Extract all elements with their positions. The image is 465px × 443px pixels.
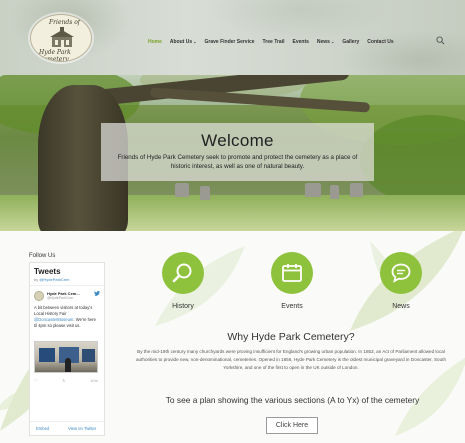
magnifier-icon [172,263,192,283]
nav-item-contact-us[interactable]: Contact Us [367,39,393,45]
photo-panel [39,348,55,362]
nav-item-grave-finder[interactable]: Grave Finder Service [205,39,255,45]
follow-us-heading: Follow Us [29,253,56,259]
tweet-mention[interactable]: @DoncasterMuseum [34,317,73,322]
feature-label: Events [281,303,303,310]
site-logo[interactable]: Friends of Hyde Park Cemetery [30,14,92,62]
tweet-text: A bit between visitors at today's Local … [34,305,93,316]
nav-item-gallery[interactable]: Gallery [342,39,359,45]
chat-bubble-icon [391,263,411,283]
tweets-by-handle[interactable]: @HydeParkCem [39,277,69,282]
nav-item-about-us[interactable]: About Us⌄ [170,39,197,45]
feature-label: History [172,303,194,310]
feature-history[interactable]: History [160,252,206,310]
feature-circle [271,252,313,294]
why-paragraph: By the mid-19th century many churchyards… [136,349,446,370]
gravestone [200,186,210,200]
tweet-timestamp[interactable]: 10m [90,378,98,383]
main-content: Follow Us Tweets by @HydeParkCem Hyde Pa… [0,231,465,443]
welcome-box: Welcome Friends of Hyde Park Cemetery se… [101,123,374,181]
gravestone [175,183,189,197]
feature-events[interactable]: Events [269,252,315,310]
why-heading: Why Hyde Park Cemetery? [227,331,355,343]
feature-label: News [392,303,410,310]
chevron-down-icon: ⌄ [193,39,197,44]
tweet-photo[interactable] [34,341,98,373]
plan-heading: To see a plan showing the various sectio… [165,395,420,405]
tweets-by: by @HydeParkCem [34,277,69,282]
tweet-body: A bit between visitors at today's Local … [34,305,96,329]
retweet-icon[interactable]: ↻ [62,378,65,383]
nav-item-home[interactable]: Home [148,39,162,45]
feature-circle [162,252,204,294]
tweet-actions: ♡ ↻ 10m [34,378,98,383]
twitter-bird-icon[interactable] [94,291,100,296]
photo-person [65,358,71,372]
photo-panel [82,349,95,362]
gravestone [330,185,339,199]
nav-item-label: About Us [169,39,193,45]
nav-item-tree-trail[interactable]: Tree Trail [263,39,285,45]
feature-circle [380,252,422,294]
feature-news[interactable]: News [378,252,424,310]
twitter-widget: Tweets by @HydeParkCem Hyde Park Cem... … [29,262,105,436]
tweet-author-handle[interactable]: @HydeParkCem [47,296,73,300]
avatar[interactable] [34,291,44,301]
click-here-button[interactable]: Click Here [266,417,318,434]
search-icon[interactable] [436,36,445,45]
cemetery-chapel-logo-icon [50,27,74,47]
nav-item-news[interactable]: News⌄ [317,39,334,45]
view-on-twitter-link[interactable]: View on Twitter [68,426,96,431]
divider [30,285,104,286]
site-header: Friends of Hyde Park Cemetery Home About… [0,0,465,75]
welcome-text: Friends of Hyde Park Cemetery seek to pr… [117,154,358,170]
welcome-title: Welcome [201,131,274,150]
gravestone [305,183,321,197]
nav-item-events[interactable]: Events [293,39,309,45]
main-nav: Home About Us⌄ Grave Finder Service Tree… [148,39,402,45]
calendar-icon [282,264,302,282]
embed-link[interactable]: Embed [36,426,49,431]
chevron-down-icon: ⌄ [330,39,335,44]
tweets-footer: Embed View on Twitter [30,421,104,435]
like-icon[interactable]: ♡ [34,378,38,383]
tweets-title: Tweets [34,267,61,276]
nav-item-label: News [316,39,330,45]
logo-line-1: Friends of [49,19,81,26]
logo-line-2: Hyde Park Cemetery [39,49,71,62]
gravestone [350,183,363,197]
